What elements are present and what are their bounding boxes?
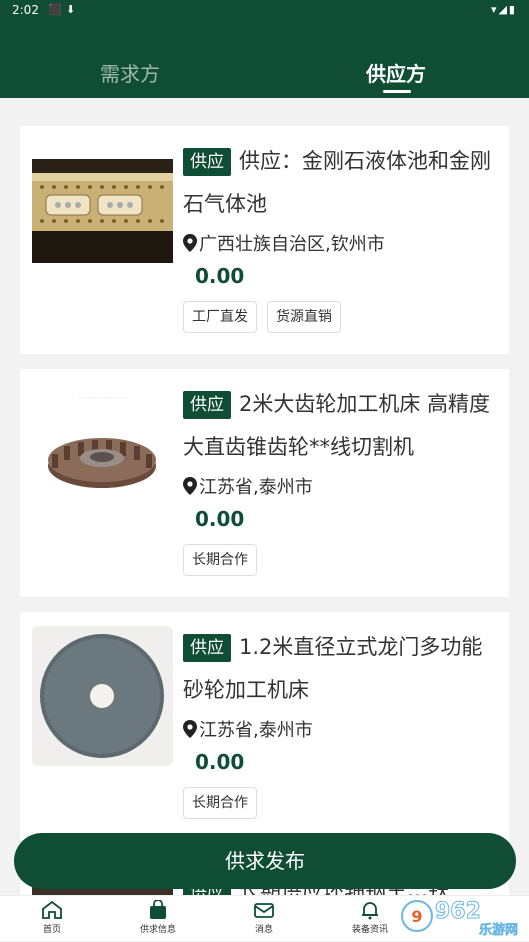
tab-demand[interactable]: 需求方: [100, 58, 160, 87]
nav-home[interactable]: 首页: [12, 900, 92, 935]
bag-icon: [150, 900, 166, 919]
supply-badge: 供应: [183, 148, 231, 176]
nav-label: 供求信息: [139, 925, 176, 935]
grinding-wheel-photo: [32, 626, 173, 766]
nav-messages[interactable]: 消息: [224, 900, 304, 935]
location-pin-icon: [183, 234, 197, 252]
location-pin-icon: [183, 477, 197, 495]
listing-title: 供应 1.2米直径立式龙门多功能砂轮加工机床: [183, 634, 483, 702]
listing-location: 江苏省,泰州市: [183, 473, 313, 499]
listing-card[interactable]: 供应 1.2米直径立式龙门多功能砂轮加工机床 江苏省,泰州市 0.00 长期合作: [20, 612, 509, 840]
status-time: 2:02: [12, 3, 39, 17]
supply-badge: 供应: [183, 391, 231, 419]
nav-supply-demand[interactable]: 供求信息: [118, 900, 198, 935]
publish-button[interactable]: 供求发布: [14, 833, 516, 889]
listing-title: 供应 供应：金刚石液体池和金刚石气体池: [183, 148, 491, 216]
listing-card[interactable]: · · · · · · · · · · · · · · · 供应 2米大齿轮加工机…: [20, 369, 509, 597]
nav-news[interactable]: 装备资讯: [330, 900, 410, 935]
supply-badge: 供应: [183, 634, 231, 662]
status-bar: 2:02 ⬛ ⬇ ▾◢▮: [0, 0, 529, 22]
notification-icon: ⬛: [48, 3, 62, 16]
feature-chip: 长期合作: [183, 544, 257, 576]
nav-label: 首页: [42, 925, 61, 935]
download-icon: ⬇: [66, 3, 76, 16]
listing-location: 江苏省,泰州市: [183, 716, 313, 742]
tab-supply[interactable]: 供应方: [366, 58, 426, 87]
svg-text:乐游网: 乐游网: [479, 922, 518, 938]
active-tab-indicator: [383, 90, 411, 93]
bell-icon: [362, 902, 378, 920]
svg-text:962: 962: [435, 899, 481, 924]
header: 需求方 供应方: [0, 22, 529, 98]
listing-price: 0.00: [195, 507, 245, 531]
listing-chips: 长期合作: [183, 787, 267, 819]
listing-chips: 工厂直发 货源直销: [183, 301, 351, 333]
listing-title: 供应 2米大齿轮加工机床 高精度大直齿锥齿轮**线切割机: [183, 391, 491, 459]
home-icon: [42, 900, 62, 919]
listing-card[interactable]: 供应 供应：金刚石液体池和金刚石气体池 广西壮族自治区,钦州市 0.00 工厂直发…: [20, 126, 509, 354]
listing-list[interactable]: 供应 供应：金刚石液体池和金刚石气体池 广西壮族自治区,钦州市 0.00 工厂直发…: [0, 98, 529, 895]
feature-chip: 长期合作: [183, 787, 257, 819]
listing-chips: 长期合作: [183, 544, 267, 576]
listing-price: 0.00: [195, 264, 245, 288]
feature-chip: 货源直销: [267, 301, 341, 333]
site-watermark: 9 962 乐游网: [399, 892, 523, 938]
nav-label: 消息: [254, 925, 273, 935]
svg-text:9: 9: [411, 907, 422, 926]
signal-battery-icons: ▾◢▮: [490, 3, 517, 16]
svg-text:· · · · · · · · · · · · · · ·: · · · · · · · · · · · · · · ·: [79, 395, 126, 401]
mail-icon: [254, 903, 274, 918]
feature-chip: 工厂直发: [183, 301, 257, 333]
location-pin-icon: [183, 720, 197, 738]
watermark-logo: 9 962 乐游网: [401, 899, 518, 938]
diamond-cell-photo: [32, 159, 173, 263]
bevel-gear-photo: · · · · · · · · · · · · · · ·: [32, 385, 173, 523]
nav-label: 装备资讯: [351, 925, 388, 935]
listing-price: 0.00: [195, 750, 245, 774]
listing-location: 广西壮族自治区,钦州市: [183, 230, 385, 256]
